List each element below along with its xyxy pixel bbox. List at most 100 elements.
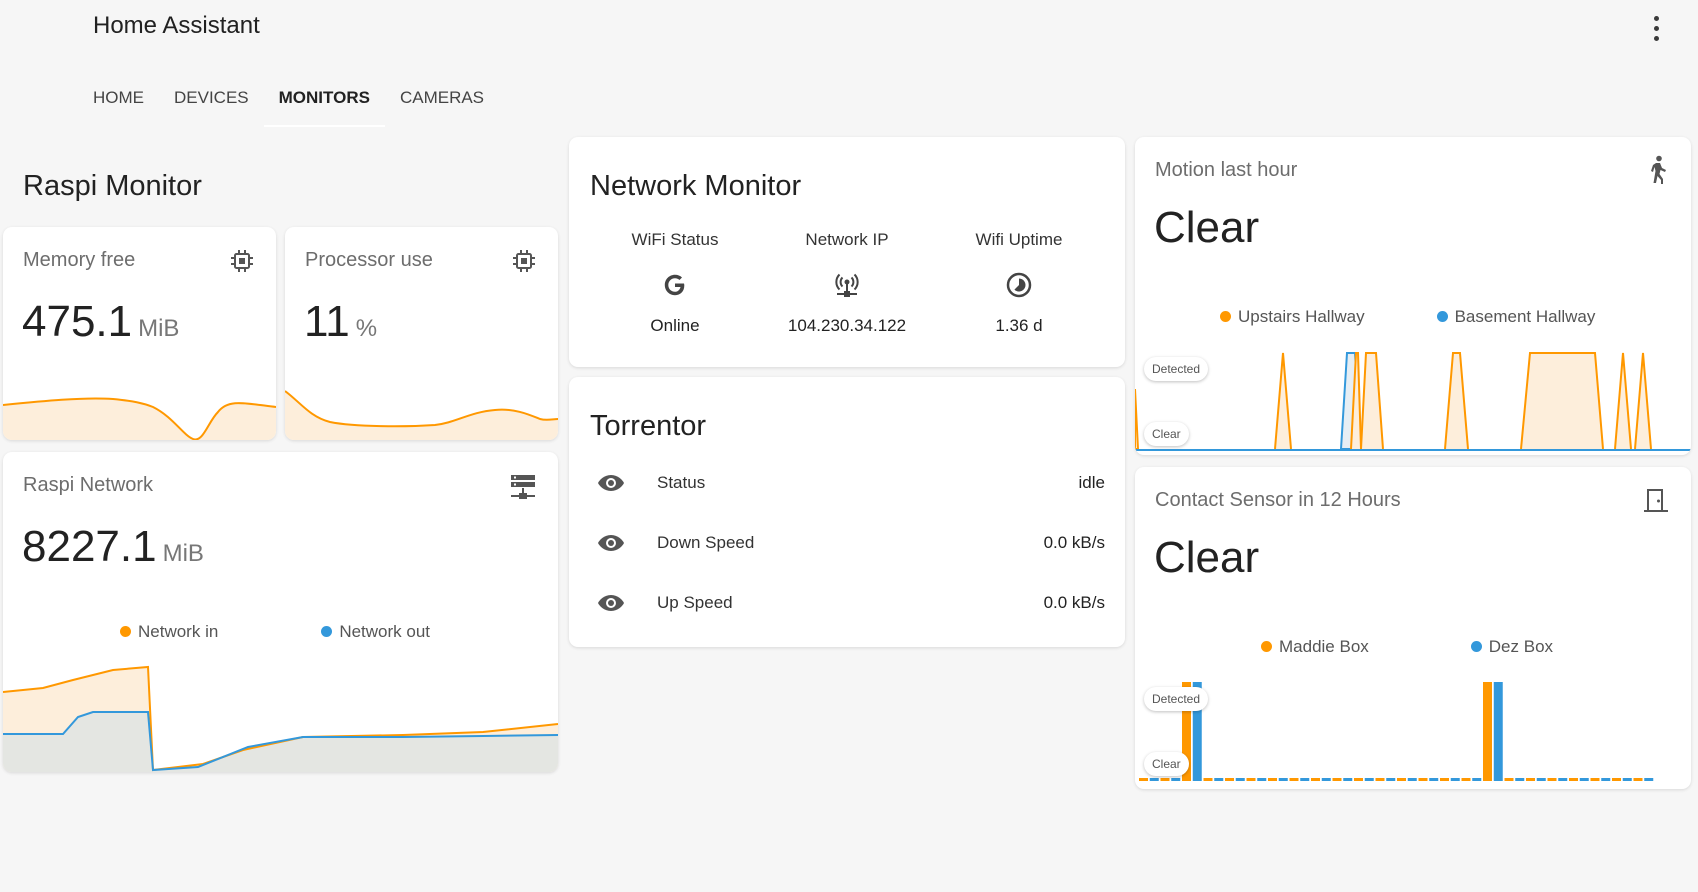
network-monitor-title: Network Monitor	[590, 170, 802, 202]
axis-label-detected: Detected	[1144, 687, 1209, 711]
memory-sparkline	[3, 397, 276, 440]
processor-use-value: 11%	[304, 297, 378, 346]
legend-dez-box[interactable]: Dez Box	[1470, 637, 1553, 657]
network-ip-label: Network IP	[805, 230, 889, 249]
down-speed-label: Down Speed	[657, 533, 755, 552]
maddie-box-bar	[1483, 682, 1492, 781]
dez-box-bar	[1536, 778, 1546, 781]
tab-devices[interactable]: DEVICES	[159, 72, 264, 127]
network-legend: Network in Network out	[120, 622, 430, 642]
dez-box-bar	[1300, 778, 1310, 781]
dez-box-bar	[1343, 778, 1353, 781]
maddie-box-bar	[1139, 778, 1148, 781]
axis-label-detected: Detected	[1144, 357, 1209, 381]
maddie-box-bar	[1590, 778, 1600, 781]
raspi-monitor-title: Raspi Monitor	[23, 170, 202, 202]
processor-sparkline	[285, 390, 558, 440]
maddie-box-bar	[1397, 778, 1406, 781]
network-monitor-card: Network Monitor WiFi Status Online Netwo…	[569, 137, 1125, 367]
down-speed-value: 0.0 kB/s	[1043, 533, 1105, 552]
raspi-network-card[interactable]: Raspi Network 8227.1 MiB Network in Netwo…	[3, 452, 558, 772]
contact-sensor-card[interactable]: Contact Sensor in 12 Hours Clear Maddie …	[1135, 467, 1691, 789]
torrentor-row-down-speed[interactable]: Down Speed 0.0 kB/s	[597, 528, 1105, 558]
maddie-box-bar	[1504, 778, 1514, 781]
tab-cameras[interactable]: CAMERAS	[385, 72, 499, 127]
network-chart	[3, 665, 558, 772]
eye-icon	[598, 595, 624, 611]
server-network-icon	[510, 474, 536, 500]
memory-free-card[interactable]: Memory free 475.1 MiB	[3, 227, 276, 440]
motion-card[interactable]: Motion last hour Clear Upstairs Hallway …	[1135, 137, 1691, 455]
motion-legend: Upstairs Hallway Basement Hallway	[1220, 307, 1595, 327]
dez-box-bar	[1644, 778, 1654, 781]
access-point-network-icon	[832, 270, 862, 300]
torrentor-row-up-speed[interactable]: Up Speed 0.0 kB/s	[597, 588, 1105, 618]
maddie-box-bar	[1332, 778, 1342, 781]
timelapse-icon	[1004, 270, 1034, 300]
maddie-box-bar	[1160, 778, 1170, 781]
processor-use-name: Processor use	[305, 249, 433, 271]
dez-box-bar	[1579, 778, 1589, 781]
dez-box-bar	[1214, 778, 1224, 781]
motion-state: Clear	[1154, 203, 1260, 252]
contact-legend: Maddie Box Dez Box	[1261, 637, 1553, 657]
dez-box-bar	[1257, 778, 1267, 781]
eye-icon	[598, 475, 624, 491]
door-icon	[1643, 487, 1669, 513]
motion-chart	[1135, 352, 1691, 451]
dez-box-bar	[1450, 778, 1460, 781]
axis-label-clear: Clear	[1144, 752, 1189, 776]
torrentor-title: Torrentor	[590, 410, 707, 442]
tab-monitors[interactable]: MONITORS	[263, 72, 385, 127]
raspi-network-name: Raspi Network	[23, 474, 154, 496]
wifi-status-column[interactable]: WiFi Status Online	[589, 230, 761, 336]
wifi-status-value: Online	[650, 316, 700, 335]
contact-chart	[1139, 682, 1654, 781]
legend-basement-hallway[interactable]: Basement Hallway	[1436, 307, 1595, 327]
dez-box-bar	[1493, 682, 1503, 781]
raspi-network-value: 8227.1 MiB	[22, 522, 204, 571]
overflow-menu-icon[interactable]	[1644, 12, 1668, 44]
wifi-uptime-column[interactable]: Wifi Uptime 1.36 d	[933, 230, 1105, 336]
wifi-uptime-label: Wifi Uptime	[975, 230, 1063, 249]
maddie-box-bar	[1289, 778, 1299, 781]
dez-box-bar	[1558, 778, 1568, 781]
legend-maddie-box[interactable]: Maddie Box	[1261, 637, 1369, 657]
legend-network-in[interactable]: Network in	[120, 622, 218, 642]
status-label: Status	[657, 473, 706, 492]
chip-icon	[230, 249, 254, 273]
dez-box-bar	[1622, 778, 1632, 781]
network-ip-value: 104.230.34.122	[787, 316, 907, 335]
dez-box-bar	[1321, 778, 1331, 781]
maddie-box-bar	[1612, 778, 1621, 781]
maddie-box-bar	[1633, 778, 1643, 781]
maddie-box-bar	[1526, 778, 1535, 781]
memory-free-value: 475.1 MiB	[22, 297, 180, 346]
network-ip-column[interactable]: Network IP 104.230.34.122	[761, 230, 933, 336]
maddie-box-bar	[1461, 778, 1471, 781]
maddie-box-bar	[1547, 778, 1557, 781]
contact-name: Contact Sensor in 12 Hours	[1155, 489, 1401, 511]
maddie-box-bar	[1569, 778, 1578, 781]
memory-free-name: Memory free	[23, 249, 136, 271]
up-speed-value: 0.0 kB/s	[1043, 593, 1105, 612]
legend-upstairs-hallway[interactable]: Upstairs Hallway	[1220, 307, 1365, 327]
wifi-status-label: WiFi Status	[631, 230, 719, 249]
processor-use-card[interactable]: Processor use 11%	[285, 227, 558, 440]
maddie-box-bar	[1268, 778, 1277, 781]
maddie-box-bar	[1354, 778, 1363, 781]
maddie-box-bar	[1375, 778, 1385, 781]
dez-box-bar	[1515, 778, 1525, 781]
dez-box-bar	[1235, 778, 1245, 781]
maddie-box-bar	[1246, 778, 1256, 781]
up-speed-label: Up Speed	[657, 593, 733, 612]
torrentor-row-status[interactable]: Status idle	[597, 468, 1105, 498]
app-title: Home Assistant	[93, 12, 260, 39]
tab-home[interactable]: HOME	[78, 72, 159, 127]
dez-box-bar	[1429, 778, 1439, 781]
status-value: idle	[1078, 473, 1105, 492]
dez-box-bar	[1601, 778, 1611, 781]
google-icon	[660, 270, 690, 300]
dez-box-bar	[1171, 778, 1181, 781]
legend-network-out[interactable]: Network out	[321, 622, 430, 642]
